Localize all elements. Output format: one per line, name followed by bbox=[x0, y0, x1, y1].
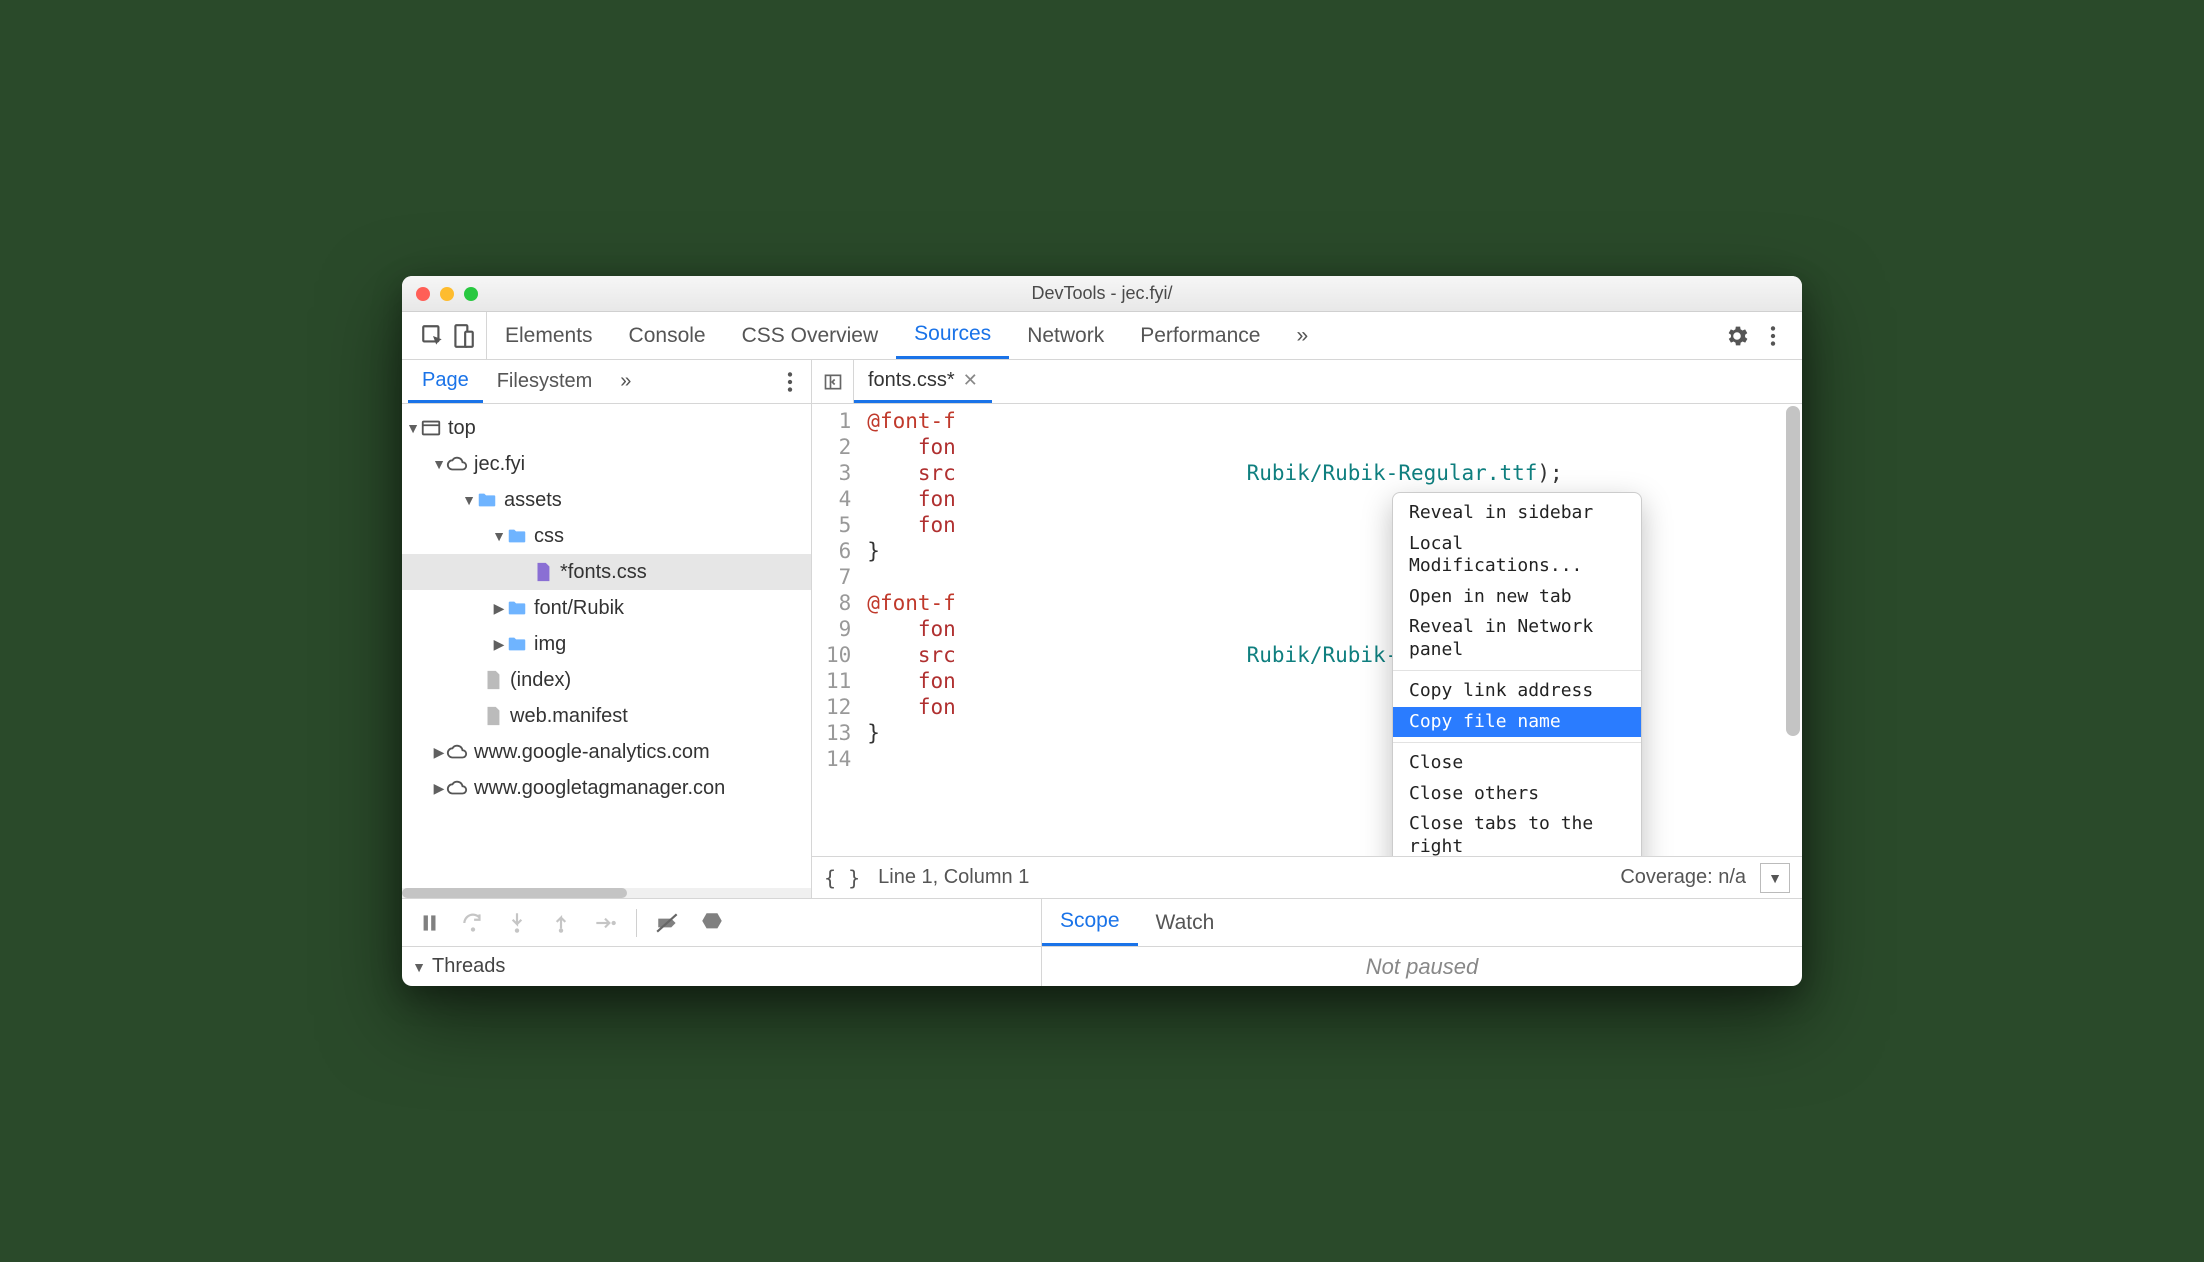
tab-sources[interactable]: Sources bbox=[896, 312, 1009, 359]
editor-v-scrollbar[interactable] bbox=[1786, 404, 1800, 856]
cloud-icon bbox=[446, 741, 468, 763]
pretty-print-button[interactable]: { } bbox=[824, 866, 860, 890]
coverage-dropdown-icon[interactable]: ▼ bbox=[1760, 863, 1790, 893]
gear-icon[interactable] bbox=[1724, 323, 1750, 349]
sidebar-tab-page[interactable]: Page bbox=[408, 360, 483, 403]
tab-css-overview[interactable]: CSS Overview bbox=[724, 312, 897, 359]
sidebar-tabs-overflow[interactable]: » bbox=[606, 360, 645, 403]
folder-icon bbox=[506, 525, 528, 547]
main-tab-bar: Elements Console CSS Overview Sources Ne… bbox=[402, 312, 1802, 360]
editor-pane: fonts.css* ✕ 1234567891011121314 @font-f… bbox=[812, 360, 1802, 898]
cloud-icon bbox=[446, 777, 468, 799]
tree-label: assets bbox=[504, 489, 562, 512]
tree-label: *fonts.css bbox=[560, 561, 647, 584]
step-icon[interactable] bbox=[592, 910, 618, 936]
editor-tabs: fonts.css* ✕ bbox=[812, 360, 1802, 404]
tree-row-fonts-css[interactable]: *fonts.css bbox=[402, 554, 811, 590]
pause-exceptions-icon[interactable] bbox=[699, 910, 725, 936]
scope-tab[interactable]: Scope bbox=[1042, 899, 1138, 946]
file-tree[interactable]: ▼ top ▼ jec.fyi ▼ assets ▼ css bbox=[402, 404, 811, 888]
threads-row: ▼ Threads Not paused bbox=[402, 946, 1802, 986]
context-menu-item[interactable]: Close others bbox=[1393, 779, 1641, 810]
sidebar-tab-filesystem[interactable]: Filesystem bbox=[483, 360, 607, 403]
watch-tab[interactable]: Watch bbox=[1138, 899, 1233, 946]
tree-label: top bbox=[448, 417, 476, 440]
tree-label: web.manifest bbox=[510, 705, 628, 728]
tabs-overflow[interactable]: » bbox=[1278, 312, 1326, 359]
body: Page Filesystem » ▼ top ▼ jec.fyi bbox=[402, 360, 1802, 898]
tab-network[interactable]: Network bbox=[1009, 312, 1122, 359]
context-menu-item[interactable]: Copy link address bbox=[1393, 676, 1641, 707]
cloud-icon bbox=[446, 453, 468, 475]
folder-icon bbox=[506, 633, 528, 655]
threads-label[interactable]: Threads bbox=[432, 955, 505, 978]
kebab-icon[interactable] bbox=[1760, 323, 1786, 349]
close-tab-icon[interactable]: ✕ bbox=[963, 370, 978, 391]
tab-performance[interactable]: Performance bbox=[1122, 312, 1278, 359]
window-title: DevTools - jec.fyi/ bbox=[402, 283, 1802, 304]
tree-row-gtm[interactable]: ▶ www.googletagmanager.con bbox=[402, 770, 811, 806]
tree-row-ga[interactable]: ▶ www.google-analytics.com bbox=[402, 734, 811, 770]
context-menu-item[interactable]: Close tabs to the right bbox=[1393, 809, 1641, 856]
not-paused-label: Not paused bbox=[1366, 954, 1479, 980]
context-menu-separator bbox=[1393, 742, 1641, 743]
code-editor[interactable]: 1234567891011121314 @font-f fon src Rubi… bbox=[812, 404, 1802, 856]
step-out-icon[interactable] bbox=[548, 910, 574, 936]
sidebar-h-scrollbar[interactable] bbox=[402, 888, 811, 898]
device-toolbar-icon[interactable] bbox=[450, 323, 476, 349]
devtools-window: DevTools - jec.fyi/ Elements Console CSS… bbox=[402, 276, 1802, 986]
debugger-toolbar: Scope Watch bbox=[402, 898, 1802, 946]
line-gutter: 1234567891011121314 bbox=[812, 404, 861, 856]
coverage-label: Coverage: n/a bbox=[1620, 866, 1746, 889]
frame-icon bbox=[420, 417, 442, 439]
context-menu-separator bbox=[1393, 670, 1641, 671]
file-icon bbox=[482, 705, 504, 727]
tree-label: (index) bbox=[510, 669, 571, 692]
sidebar-tabs: Page Filesystem » bbox=[402, 360, 811, 404]
folder-icon bbox=[506, 597, 528, 619]
tree-row-assets[interactable]: ▼ assets bbox=[402, 482, 811, 518]
tree-label: www.googletagmanager.con bbox=[474, 777, 725, 800]
editor-status-bar: { } Line 1, Column 1 Coverage: n/a ▼ bbox=[812, 856, 1802, 898]
step-into-icon[interactable] bbox=[504, 910, 530, 936]
tab-elements[interactable]: Elements bbox=[487, 312, 611, 359]
context-menu-item[interactable]: Copy file name bbox=[1393, 707, 1641, 738]
editor-tab-fonts-css[interactable]: fonts.css* ✕ bbox=[854, 360, 992, 403]
tree-row-manifest[interactable]: web.manifest bbox=[402, 698, 811, 734]
tree-label: font/Rubik bbox=[534, 597, 624, 620]
toggle-navigator-icon[interactable] bbox=[812, 360, 854, 403]
tab-console[interactable]: Console bbox=[611, 312, 724, 359]
editor-tab-label: fonts.css* bbox=[868, 369, 955, 392]
tree-label: www.google-analytics.com bbox=[474, 741, 710, 764]
cursor-position: Line 1, Column 1 bbox=[878, 866, 1029, 889]
step-over-icon[interactable] bbox=[460, 910, 486, 936]
folder-icon bbox=[476, 489, 498, 511]
context-menu: Reveal in sidebarLocal Modifications...O… bbox=[1392, 492, 1642, 856]
tree-row-img[interactable]: ▶ img bbox=[402, 626, 811, 662]
context-menu-item[interactable]: Reveal in Network panel bbox=[1393, 612, 1641, 665]
sidebar: Page Filesystem » ▼ top ▼ jec.fyi bbox=[402, 360, 812, 898]
titlebar: DevTools - jec.fyi/ bbox=[402, 276, 1802, 312]
context-menu-item[interactable]: Local Modifications... bbox=[1393, 529, 1641, 582]
tree-label: jec.fyi bbox=[474, 453, 525, 476]
tree-row-top[interactable]: ▼ top bbox=[402, 410, 811, 446]
breakpoints-icon[interactable] bbox=[655, 910, 681, 936]
css-file-icon bbox=[532, 561, 554, 583]
pause-icon[interactable] bbox=[416, 910, 442, 936]
context-menu-item[interactable]: Open in new tab bbox=[1393, 582, 1641, 613]
file-icon bbox=[482, 669, 504, 691]
tree-row-index[interactable]: (index) bbox=[402, 662, 811, 698]
tree-row-font-rubik[interactable]: ▶ font/Rubik bbox=[402, 590, 811, 626]
context-menu-item[interactable]: Close bbox=[1393, 748, 1641, 779]
context-menu-item[interactable]: Reveal in sidebar bbox=[1393, 498, 1641, 529]
tree-label: css bbox=[534, 525, 564, 548]
tree-label: img bbox=[534, 633, 566, 656]
sidebar-kebab-icon[interactable] bbox=[777, 369, 803, 395]
tree-row-domain[interactable]: ▼ jec.fyi bbox=[402, 446, 811, 482]
inspect-icon[interactable] bbox=[420, 323, 446, 349]
tree-row-css[interactable]: ▼ css bbox=[402, 518, 811, 554]
